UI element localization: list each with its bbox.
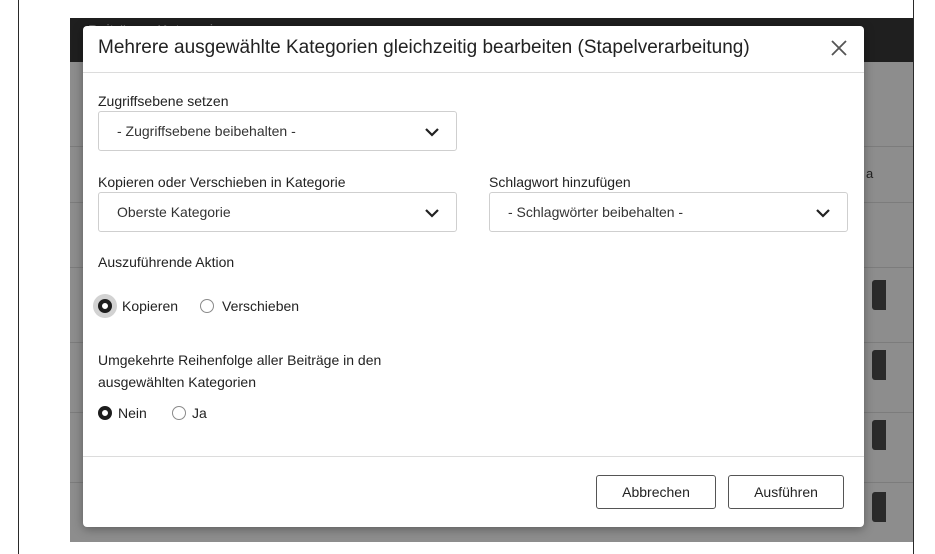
dialog-footer-divider xyxy=(83,456,864,457)
batch-edit-dialog: Mehrere ausgewählte Kategorien gleichzei… xyxy=(83,26,864,527)
target-category-select[interactable]: Oberste Kategorie xyxy=(98,192,457,232)
action-radio-group: Kopieren Verschieben xyxy=(93,294,398,319)
reverse-order-label-line2: ausgewählten Kategorien xyxy=(98,374,257,390)
tag-value: - Schlagwörter beibehalten - xyxy=(508,204,684,220)
execute-button[interactable]: Ausführen xyxy=(728,475,844,509)
reverse-no-radio[interactable] xyxy=(98,406,112,420)
reverse-yes-radio[interactable] xyxy=(172,406,186,420)
dialog-title: Mehrere ausgewählte Kategorien gleichzei… xyxy=(98,37,750,58)
reverse-order-radio-group: Nein Ja xyxy=(98,405,298,426)
close-icon xyxy=(831,40,847,56)
access-level-value: - Zugriffsebene beibehalten - xyxy=(117,123,296,139)
chevron-down-icon xyxy=(425,128,439,137)
access-level-select[interactable]: - Zugriffsebene beibehalten - xyxy=(98,111,457,151)
action-copy-radio[interactable] xyxy=(98,299,112,313)
dialog-header: Mehrere ausgewählte Kategorien gleichzei… xyxy=(83,26,864,73)
frame-border-left xyxy=(18,0,19,554)
reverse-order-label-line1: Umgekehrte Reihenfolge aller Beiträge in… xyxy=(98,352,382,368)
tag-select[interactable]: - Schlagwörter beibehalten - xyxy=(489,192,848,232)
action-move-label[interactable]: Verschieben xyxy=(222,298,299,314)
reverse-yes-label[interactable]: Ja xyxy=(192,405,207,421)
action-label: Auszuführende Aktion xyxy=(98,254,235,270)
frame-border-right xyxy=(913,0,914,554)
access-level-label: Zugriffsebene setzen xyxy=(98,93,229,109)
action-copy-label[interactable]: Kopieren xyxy=(122,298,178,314)
chevron-down-icon xyxy=(816,209,830,218)
chevron-down-icon xyxy=(425,209,439,218)
reverse-no-label[interactable]: Nein xyxy=(118,405,147,421)
background-row-button xyxy=(872,492,886,522)
tag-label: Schlagwort hinzufügen xyxy=(489,174,631,190)
background-partial-text: a xyxy=(866,166,874,181)
cancel-button[interactable]: Abbrechen xyxy=(596,475,716,509)
background-row-button xyxy=(872,280,886,310)
target-category-label: Kopieren oder Verschieben in Kategorie xyxy=(98,174,346,190)
action-move-radio[interactable] xyxy=(200,299,214,313)
close-button[interactable] xyxy=(827,36,851,60)
background-row-button xyxy=(872,420,886,450)
target-category-value: Oberste Kategorie xyxy=(117,204,231,220)
background-row-button xyxy=(872,350,886,380)
